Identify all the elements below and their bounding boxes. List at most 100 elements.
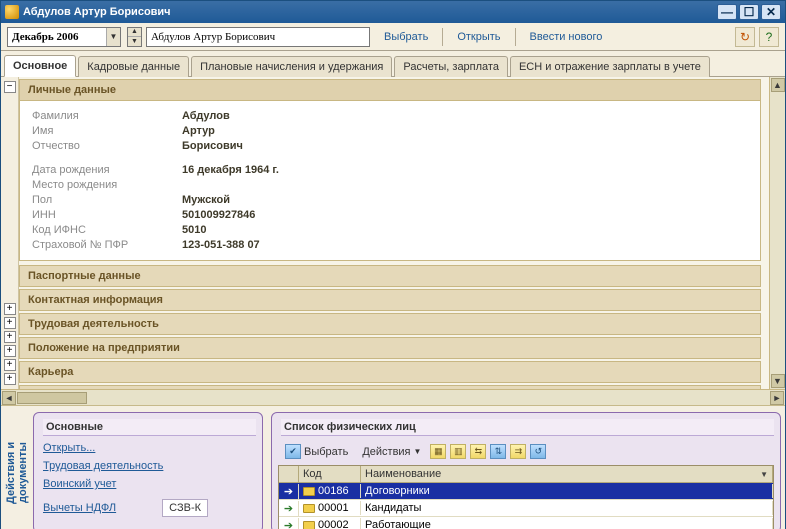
separator <box>515 28 516 46</box>
scroll-up-icon[interactable]: ▲ <box>771 78 785 92</box>
collapse-button[interactable]: − <box>4 81 16 93</box>
persons-table: Код Наименование▼ ➔00186Договорники➔0000… <box>278 465 774 529</box>
label-inn: ИНН <box>32 209 182 221</box>
expand-button-4[interactable]: + <box>4 345 16 357</box>
row-marker-icon: ➔ <box>279 484 299 499</box>
label-patronymic: Отчество <box>32 140 182 152</box>
scroll-right-icon[interactable]: ► <box>770 391 784 405</box>
label-birthdate: Дата рождения <box>32 164 182 176</box>
period-dropdown-icon[interactable]: ▼ <box>106 28 120 46</box>
cell-name: Договорники <box>361 484 773 498</box>
section-personal[interactable]: Личные данные <box>19 79 761 101</box>
label-ifns: Код ИФНС <box>32 224 182 236</box>
window-title: Абдулов Артур Борисович <box>23 6 717 18</box>
period-select[interactable]: ▼ <box>7 27 121 47</box>
value-pfr: 123-051-388 07 <box>182 239 260 251</box>
chevron-down-icon[interactable]: ▼ <box>760 470 768 479</box>
refresh-icon[interactable]: ↻ <box>735 27 755 47</box>
cell-name: Кандидаты <box>361 501 773 515</box>
person-name-input[interactable] <box>146 27 370 47</box>
folder-icon <box>303 487 315 496</box>
tree-gutter: − + + + + + + <box>1 77 19 389</box>
toolbar-icon-2[interactable]: ▥ <box>450 444 466 459</box>
value-birthdate: 16 декабря 1964 г. <box>182 164 279 176</box>
separator <box>442 28 443 46</box>
spin-up-icon[interactable]: ▲ <box>128 28 141 37</box>
list-actions-button[interactable]: Действия ▼ <box>357 444 426 460</box>
tab-esn[interactable]: ЕСН и отражение зарплаты в учете <box>510 56 710 77</box>
select-link[interactable]: Выбрать <box>374 31 438 43</box>
open-link[interactable]: Открыть <box>447 31 510 43</box>
cell-code: 00002 <box>299 518 361 529</box>
scroll-down-icon[interactable]: ▼ <box>771 374 785 388</box>
persons-list-panel: Список физических лиц ✔ Выбрать Действия… <box>271 412 781 529</box>
scroll-left-icon[interactable]: ◄ <box>2 391 16 405</box>
toolbar-icon-1[interactable]: ▦ <box>430 444 446 459</box>
value-name: Артур <box>182 125 215 137</box>
close-button[interactable]: ✕ <box>761 4 781 20</box>
label-name: Имя <box>32 125 182 137</box>
section-passport[interactable]: Паспортные данные <box>19 265 761 287</box>
cell-name: Работающие <box>361 518 773 529</box>
actions-panel: Основные Открыть... Трудовая деятельност… <box>33 412 263 529</box>
tab-plan[interactable]: Плановые начисления и удержания <box>191 56 392 77</box>
app-icon <box>5 5 19 19</box>
link-ndfl[interactable]: Вычеты НДФЛ <box>43 502 116 514</box>
list-select-button[interactable]: ✔ Выбрать <box>280 442 353 461</box>
link-labor[interactable]: Трудовая деятельность <box>43 460 253 472</box>
scroll-thumb[interactable] <box>17 392 87 404</box>
th-code[interactable]: Код <box>299 466 361 482</box>
toolbar-icon-5[interactable]: ⇉ <box>510 444 526 459</box>
label-surname: Фамилия <box>32 110 182 122</box>
horizontal-scrollbar[interactable]: ◄ ► <box>1 389 785 405</box>
expand-button-5[interactable]: + <box>4 359 16 371</box>
maximize-button[interactable]: ☐ <box>739 4 759 20</box>
folder-icon <box>303 504 315 513</box>
section-career[interactable]: Карьера <box>19 361 761 383</box>
link-open[interactable]: Открыть... <box>43 442 253 454</box>
value-patronymic: Борисович <box>182 140 243 152</box>
expand-button-6[interactable]: + <box>4 373 16 385</box>
cell-code: 00001 <box>299 501 361 515</box>
minimize-button[interactable]: — <box>717 4 737 20</box>
section-contacts[interactable]: Контактная информация <box>19 289 761 311</box>
szv-button[interactable]: СЗВ-К <box>162 499 208 517</box>
help-icon[interactable]: ? <box>759 27 779 47</box>
list-select-label: Выбрать <box>304 446 348 458</box>
section-labor[interactable]: Трудовая деятельность <box>19 313 761 335</box>
label-sex: Пол <box>32 194 182 206</box>
side-caption: Действия и документы <box>5 412 25 529</box>
section-position[interactable]: Положение на предприятии <box>19 337 761 359</box>
value-surname: Абдулов <box>182 110 230 122</box>
table-row[interactable]: ➔00186Договорники <box>279 483 773 500</box>
th-name[interactable]: Наименование▼ <box>361 466 773 482</box>
expand-button-1[interactable]: + <box>4 303 16 315</box>
period-spinner[interactable]: ▲ ▼ <box>127 27 142 47</box>
table-row[interactable]: ➔00002Работающие <box>279 517 773 529</box>
tab-calc[interactable]: Расчеты, зарплата <box>394 56 508 77</box>
label-birthplace: Место рождения <box>32 179 182 191</box>
expand-button-3[interactable]: + <box>4 331 16 343</box>
th-indicator[interactable] <box>279 466 299 482</box>
new-link[interactable]: Ввести нового <box>520 31 613 43</box>
label-pfr: Страховой № ПФР <box>32 239 182 251</box>
tab-main[interactable]: Основное <box>4 55 76 77</box>
personal-body: ФамилияАбдулов ИмяАртур ОтчествоБорисови… <box>19 101 761 261</box>
folder-icon <box>303 521 315 529</box>
value-sex: Мужской <box>182 194 230 206</box>
expand-button-2[interactable]: + <box>4 317 16 329</box>
list-actions-label: Действия <box>362 446 410 458</box>
vertical-scrollbar[interactable]: ▲ ▼ <box>769 77 785 389</box>
tab-hr[interactable]: Кадровые данные <box>78 56 189 77</box>
toolbar-icon-3[interactable]: ⇆ <box>470 444 486 459</box>
table-row[interactable]: ➔00001Кандидаты <box>279 500 773 517</box>
row-marker-icon: ➔ <box>279 501 299 516</box>
section-org[interactable]: ООО Домстрой <box>19 385 761 389</box>
persons-list-title: Список физических лиц <box>281 419 774 436</box>
link-military[interactable]: Воинский учет <box>43 478 253 490</box>
cell-code: 00186 <box>299 484 361 498</box>
spin-down-icon[interactable]: ▼ <box>128 37 141 46</box>
period-input[interactable] <box>8 29 106 45</box>
toolbar-icon-6[interactable]: ↺ <box>530 444 546 459</box>
toolbar-icon-4[interactable]: ⇅ <box>490 444 506 459</box>
